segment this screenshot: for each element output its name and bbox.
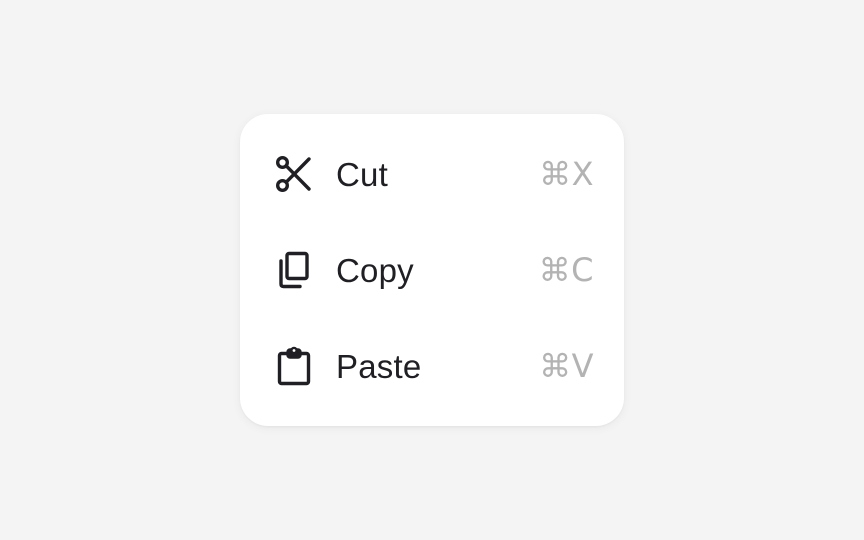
- keyboard-shortcut: ⌘C: [538, 251, 594, 289]
- copy-icon: [274, 250, 314, 290]
- menu-item-label: Paste: [336, 347, 422, 385]
- clipboard-icon: [274, 346, 314, 386]
- menu-item-label: Copy: [336, 251, 414, 289]
- context-menu: Cut ⌘X Copy ⌘C Paste ⌘V: [240, 114, 624, 426]
- menu-item-cut[interactable]: Cut ⌘X: [240, 126, 624, 222]
- keyboard-shortcut: ⌘X: [539, 155, 594, 193]
- keyboard-shortcut: ⌘V: [539, 347, 594, 385]
- scissors-icon: [274, 154, 314, 194]
- menu-item-paste[interactable]: Paste ⌘V: [240, 318, 624, 414]
- menu-item-label: Cut: [336, 155, 388, 193]
- menu-item-copy[interactable]: Copy ⌘C: [240, 222, 624, 318]
